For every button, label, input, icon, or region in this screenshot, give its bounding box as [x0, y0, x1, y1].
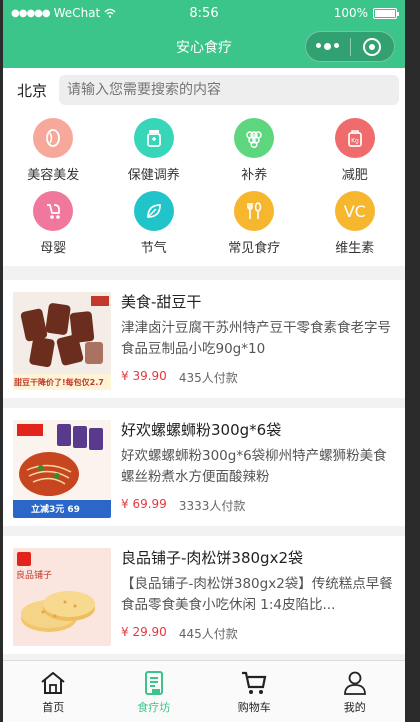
product-banner: 良品铺子: [16, 571, 53, 581]
phone-screen: ●●●●● WeChat 8:56 100% 安心食疗 北京 美容美发: [3, 0, 405, 722]
product-image: 良品铺子: [13, 548, 111, 646]
category-label: 减肥: [341, 168, 368, 183]
product-description: 【良品铺子-肉松饼380gx2袋】传统糕点早餐食品零食美食小吃休闲 1:4皮陷比…: [121, 576, 393, 613]
tab-recipes[interactable]: 食疗坊: [104, 661, 205, 722]
product-card[interactable]: 甜豆干降价了!每包仅2.7 美食-甜豆干 津津卤汁豆腐干苏州特产豆干零食素食老字…: [3, 280, 405, 398]
leaf-icon: [133, 191, 174, 231]
section-divider: [3, 266, 405, 280]
home-icon: [41, 671, 65, 694]
fork-spoon-icon: [234, 191, 275, 231]
category-label: 常见食疗: [228, 241, 281, 256]
category-label: 补养: [241, 168, 268, 183]
category-grid: 美容美发 保健调养 补养 Kg 减肥 母婴 节气 常见食疗 VC 维生素: [3, 112, 405, 266]
product-name: 好欢螺螺蛳粉300g*6袋: [121, 421, 282, 439]
category-label: 美容美发: [27, 168, 80, 183]
product-description: 津津卤汁豆腐干苏州特产豆干零食素食老字号食品豆制品小吃90g*10: [121, 320, 391, 357]
wifi-icon: [104, 8, 116, 18]
product-card[interactable]: 立减3元 69 好欢螺螺蛳粉300g*6袋 好欢螺螺蛳粉300g*6袋柳州特产螺…: [3, 408, 405, 526]
product-image: 立减3元 69: [13, 420, 111, 518]
face-icon: [33, 118, 74, 158]
more-menu-icon[interactable]: [306, 43, 350, 50]
medicine-bottle-icon: [133, 118, 174, 158]
product-price: ¥ 39.90: [121, 369, 167, 383]
tab-mine[interactable]: 我的: [305, 661, 406, 722]
grapes-icon: [234, 118, 275, 158]
tab-home[interactable]: 首页: [3, 661, 104, 722]
stroller-icon: [33, 191, 74, 231]
city-selector[interactable]: 北京: [17, 80, 59, 101]
product-banner: 立减3元 69: [31, 505, 80, 515]
tab-label: 首页: [42, 700, 65, 714]
clock: 8:56: [189, 5, 219, 21]
status-bar: ●●●●● WeChat 8:56 100%: [3, 0, 405, 26]
close-miniprogram-icon[interactable]: [351, 37, 395, 56]
category-label: 母婴: [40, 241, 67, 256]
weight-bag-icon: Kg: [334, 118, 375, 158]
carrier-label: WeChat: [53, 6, 101, 20]
product-list: 甜豆干降价了!每包仅2.7 美食-甜豆干 津津卤汁豆腐干苏州特产豆干零食素食老字…: [3, 280, 405, 654]
product-image: 甜豆干降价了!每包仅2.7: [13, 292, 111, 390]
vitamin-icon-text: VC: [343, 201, 366, 221]
category-solar-terms[interactable]: 节气: [104, 191, 205, 256]
tab-label: 我的: [343, 700, 366, 714]
signal-icon: ●●●●●: [11, 7, 51, 19]
product-name: 良品铺子-肉松饼380gx2袋: [121, 549, 303, 567]
category-beauty[interactable]: 美容美发: [3, 118, 104, 183]
battery-percent: 100%: [333, 6, 368, 20]
category-label: 节气: [140, 241, 167, 256]
product-name: 美食-甜豆干: [121, 293, 202, 311]
category-nourish[interactable]: 补养: [204, 118, 305, 183]
nav-bar: 安心食疗: [3, 26, 405, 68]
search-input[interactable]: [59, 75, 399, 105]
tab-bar: 首页 食疗坊 购物车 我的: [3, 660, 405, 722]
category-weight-loss[interactable]: Kg 减肥: [305, 118, 406, 183]
category-label: 保健调养: [127, 168, 180, 183]
svg-text:Kg: Kg: [351, 138, 359, 145]
recipe-book-icon: [144, 670, 163, 695]
product-card[interactable]: 良品铺子 良品铺子-肉松饼380gx2袋 【良品铺子-肉松饼380gx2袋】传统…: [3, 536, 405, 654]
battery-icon: [373, 7, 399, 19]
product-sold-count: 445人付款: [178, 627, 238, 641]
product-price: ¥ 29.90: [121, 625, 167, 639]
category-common-remedies[interactable]: 常见食疗: [204, 191, 305, 256]
search-row: 北京: [3, 68, 405, 112]
product-sold-count: 435人付款: [178, 371, 238, 385]
product-banner: 甜豆干降价了!每包仅2.7: [14, 378, 104, 387]
cart-icon: [242, 671, 267, 694]
miniprogram-capsule: [305, 31, 395, 62]
category-health[interactable]: 保健调养: [104, 118, 205, 183]
vitamin-c-icon: VC: [334, 191, 375, 231]
user-icon: [343, 671, 366, 695]
category-label: 维生素: [335, 241, 375, 256]
tab-label: 购物车: [237, 700, 271, 714]
page-title: 安心食疗: [176, 40, 232, 56]
tab-cart[interactable]: 购物车: [204, 661, 305, 722]
product-price: ¥ 69.99: [121, 497, 167, 511]
category-maternal-baby[interactable]: 母婴: [3, 191, 104, 256]
product-sold-count: 3333人付款: [178, 499, 246, 513]
category-vitamin[interactable]: VC 维生素: [305, 191, 406, 256]
product-description: 好欢螺螺蛳粉300g*6袋柳州特产螺狮粉美食螺丝粉煮水方便面酸辣粉: [121, 448, 387, 485]
tab-label: 食疗坊: [137, 700, 171, 714]
